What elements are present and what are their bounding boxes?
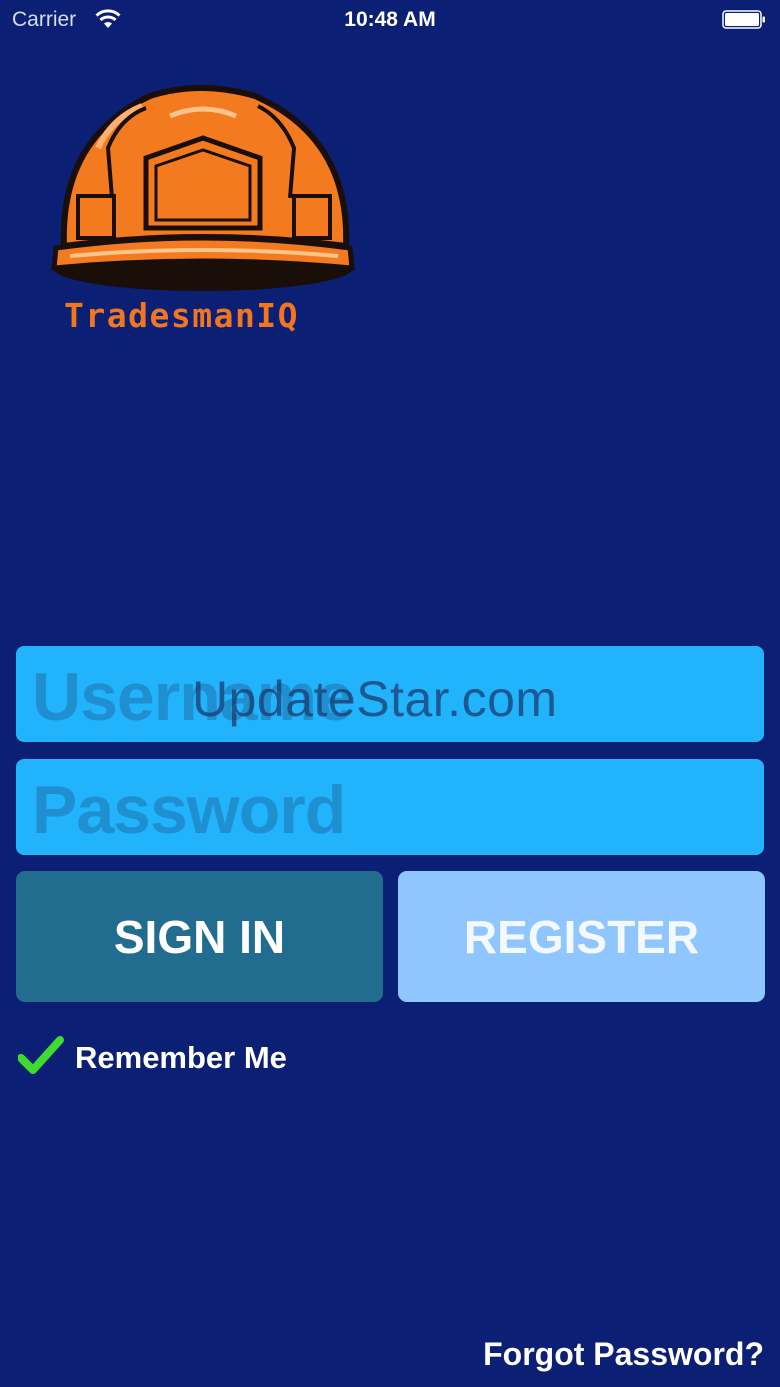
sign-in-label: SIGN IN: [113, 910, 286, 963]
brand-name: TradesmanIQ: [64, 296, 300, 335]
clock-label: 10:48 AM: [344, 8, 436, 31]
password-field[interactable]: Password: [16, 759, 764, 855]
status-bar: Carrier 10:48 AM: [0, 0, 780, 40]
remember-me-label[interactable]: Remember Me: [75, 1040, 287, 1076]
password-placeholder: Password: [32, 772, 346, 848]
watermark-text: UpdateStar.com: [192, 671, 558, 727]
login-screen: Carrier 10:48 AM TradesmanIQ Username Up…: [0, 0, 780, 1387]
battery-full-icon: [722, 10, 765, 29]
register-button[interactable]: REGISTER: [398, 871, 765, 1002]
sign-in-button[interactable]: SIGN IN: [16, 871, 383, 1002]
checkmark-icon[interactable]: [18, 1036, 64, 1076]
register-label: REGISTER: [463, 910, 700, 963]
forgot-password-link[interactable]: Forgot Password?: [483, 1336, 764, 1373]
